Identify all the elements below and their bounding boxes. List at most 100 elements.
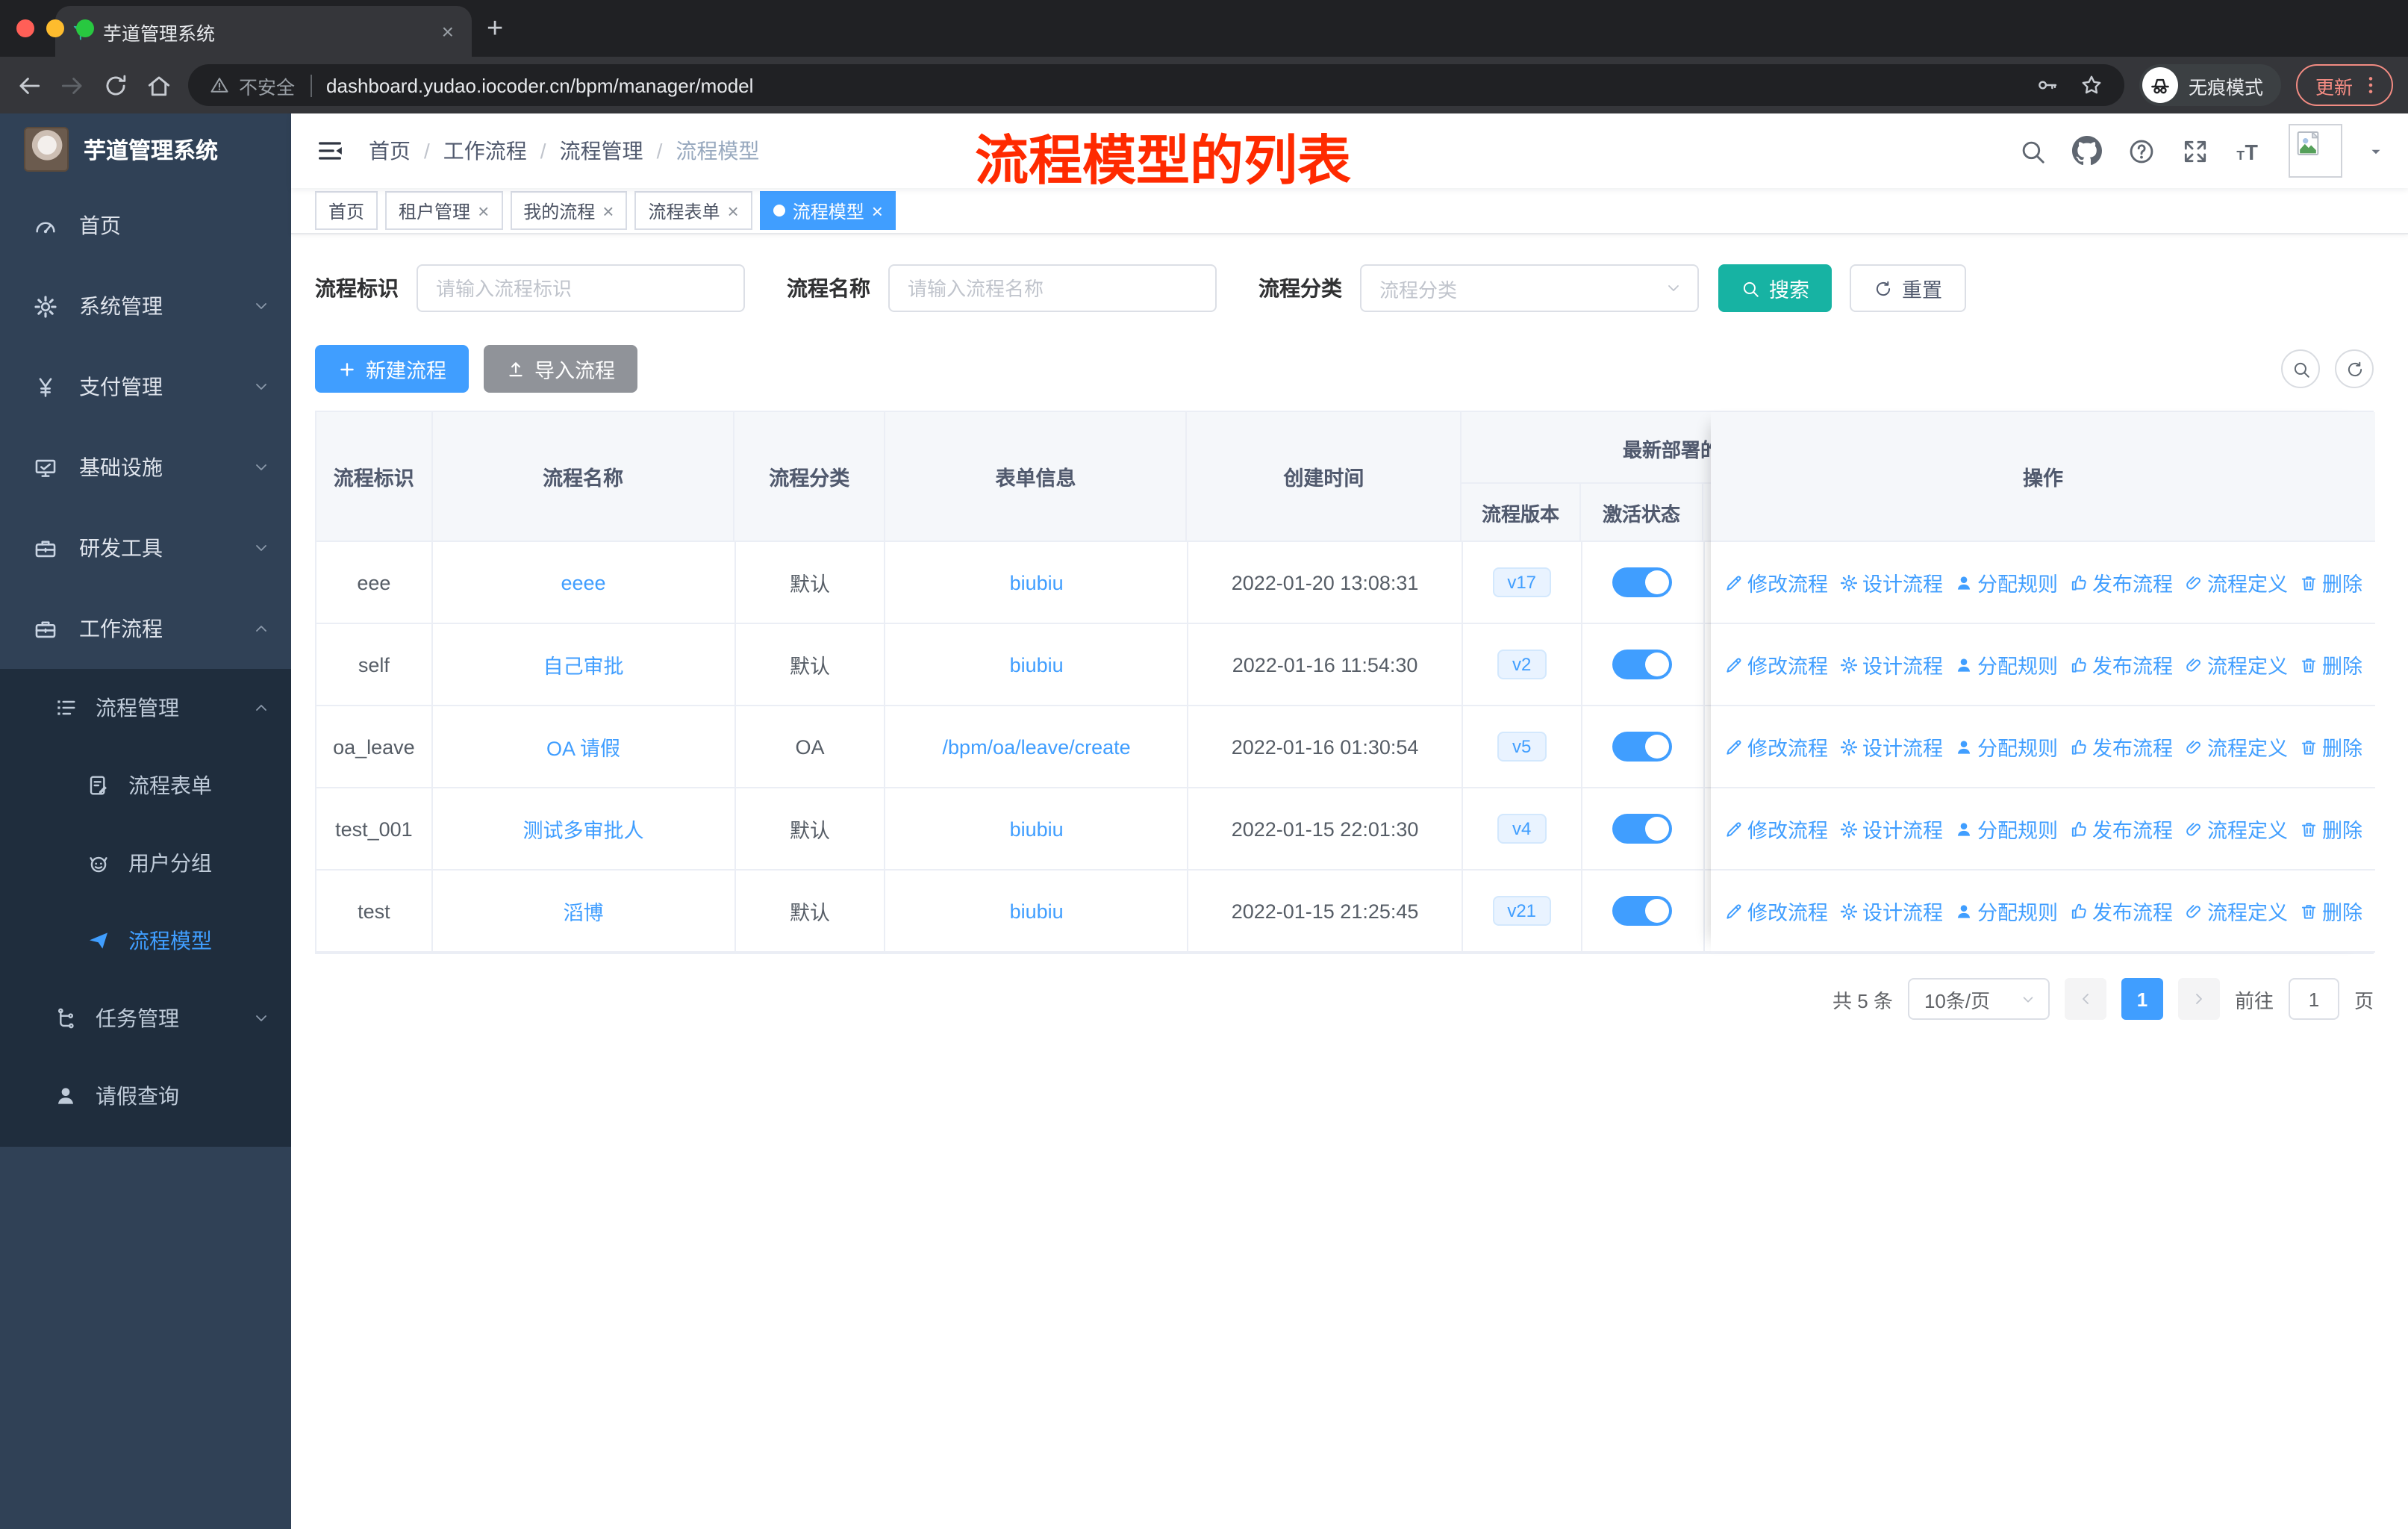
active-toggle[interactable] [1612,650,1673,679]
not-secure-label[interactable]: 不安全 [239,71,295,99]
sidebar-item-system[interactable]: 系统管理 [0,266,291,346]
active-toggle[interactable] [1612,814,1673,844]
process-name-link[interactable]: OA 请假 [546,732,620,762]
edit-process-link[interactable]: 修改流程 [1724,814,1828,844]
process-definition-link[interactable]: 流程定义 [2183,567,2288,597]
sidebar-item-infra[interactable]: 基础设施 [0,427,291,508]
sidebar-item-workflow[interactable]: 工作流程 [0,588,291,669]
process-name-link[interactable]: 自己审批 [543,650,623,679]
tag-my-process[interactable]: 我的流程 × [510,191,628,230]
refresh-table-button[interactable] [2335,349,2374,388]
tag-process-model[interactable]: 流程模型 × [759,191,896,230]
design-process-link[interactable]: 设计流程 [1838,814,1943,844]
close-icon[interactable]: × [602,199,614,222]
design-process-link[interactable]: 设计流程 [1838,650,1943,679]
process-name-link[interactable]: eeee [561,571,605,594]
filter-key-input[interactable] [417,264,745,312]
sidebar-item-user-group[interactable]: 用户分组 [0,824,291,902]
reload-icon[interactable] [102,71,130,99]
caret-down-icon[interactable] [2368,143,2384,159]
publish-process-link[interactable]: 发布流程 [2068,896,2173,926]
assign-rule-link[interactable]: 分配规则 [1953,896,2058,926]
help-icon[interactable] [2127,137,2156,165]
create-process-button[interactable]: 新建流程 [315,345,469,393]
delete-link[interactable]: 删除 [2298,814,2362,844]
process-definition-link[interactable]: 流程定义 [2183,650,2288,679]
close-icon[interactable]: × [478,199,489,222]
window-zoom-button[interactable] [76,19,94,37]
sidebar-logo[interactable]: 芋道管理系统 [0,113,291,185]
back-icon[interactable] [15,71,43,99]
delete-link[interactable]: 删除 [2298,896,2362,926]
bookmark-star-icon[interactable] [2080,73,2103,97]
assign-rule-link[interactable]: 分配规则 [1953,650,2058,679]
form-link[interactable]: biubiu [1010,571,1064,594]
breadcrumb-item-workflow[interactable]: 工作流程 [443,136,527,166]
active-toggle[interactable] [1612,567,1673,597]
assign-rule-link[interactable]: 分配规则 [1953,732,2058,762]
sidebar-item-payment[interactable]: 支付管理 [0,346,291,427]
filter-category-select[interactable]: 流程分类 [1360,264,1699,312]
assign-rule-link[interactable]: 分配规则 [1953,814,2058,844]
process-definition-link[interactable]: 流程定义 [2183,896,2288,926]
process-definition-link[interactable]: 流程定义 [2183,814,2288,844]
password-key-icon[interactable] [2035,73,2059,97]
tab-close-icon[interactable]: × [439,19,457,43]
edit-process-link[interactable]: 修改流程 [1724,732,1828,762]
delete-link[interactable]: 删除 [2298,567,2362,597]
new-tab-button[interactable]: + [487,9,503,51]
publish-process-link[interactable]: 发布流程 [2068,567,2173,597]
sidebar-collapse-icon[interactable] [315,136,345,166]
sidebar-item-home[interactable]: 首页 [0,185,291,266]
breadcrumb-item-process-manage[interactable]: 流程管理 [560,136,643,166]
update-label[interactable]: 更新 [2315,71,2353,99]
font-size-icon[interactable] [2235,137,2263,165]
page-number-button[interactable]: 1 [2121,978,2163,1020]
address-bar[interactable]: 不安全 dashboard.yudao.iocoder.cn/bpm/manag… [188,64,2124,106]
delete-link[interactable]: 删除 [2298,732,2362,762]
search-button[interactable]: 搜索 [1718,264,1832,312]
browser-tab[interactable]: 芋道管理系统 × [55,6,472,57]
form-link[interactable]: biubiu [1010,900,1064,922]
sidebar-item-process-model[interactable]: 流程模型 [0,902,291,980]
prev-page-button[interactable] [2064,978,2106,1020]
breadcrumb-item-home[interactable]: 首页 [369,136,411,166]
import-process-button[interactable]: 导入流程 [484,345,637,393]
browser-update-button[interactable]: 更新 [2295,64,2393,106]
edit-process-link[interactable]: 修改流程 [1724,650,1828,679]
sidebar-item-process-form[interactable]: 流程表单 [0,747,291,824]
avatar[interactable] [2289,124,2342,178]
tag-tenant[interactable]: 租户管理 × [385,191,503,230]
design-process-link[interactable]: 设计流程 [1838,732,1943,762]
browser-menu-icon[interactable] [2359,73,2383,97]
tag-home[interactable]: 首页 [315,191,378,230]
process-definition-link[interactable]: 流程定义 [2183,732,2288,762]
reset-button[interactable]: 重置 [1850,264,1966,312]
sidebar-item-devtools[interactable]: 研发工具 [0,508,291,588]
edit-process-link[interactable]: 修改流程 [1724,896,1828,926]
home-icon[interactable] [145,71,173,99]
form-link[interactable]: /bpm/oa/leave/create [943,735,1131,758]
design-process-link[interactable]: 设计流程 [1838,896,1943,926]
forward-icon[interactable] [58,71,87,99]
assign-rule-link[interactable]: 分配规则 [1953,567,2058,597]
active-toggle[interactable] [1612,896,1673,926]
close-icon[interactable]: × [872,199,883,222]
publish-process-link[interactable]: 发布流程 [2068,814,2173,844]
edit-process-link[interactable]: 修改流程 [1724,567,1828,597]
page-size-select[interactable]: 10条/页 [1907,978,2050,1020]
process-name-link[interactable]: 测试多审批人 [523,814,643,844]
search-icon[interactable] [2018,137,2047,165]
window-close-button[interactable] [16,19,34,37]
window-minimize-button[interactable] [46,19,64,37]
goto-page-input[interactable] [2288,978,2339,1020]
publish-process-link[interactable]: 发布流程 [2068,732,2173,762]
fullscreen-icon[interactable] [2181,137,2209,165]
tag-process-form[interactable]: 流程表单 × [634,191,752,230]
sidebar-item-process-manage[interactable]: 流程管理 [0,669,291,747]
sidebar-item-leave-query[interactable]: 请假查询 [0,1057,291,1135]
github-icon[interactable] [2072,136,2102,166]
publish-process-link[interactable]: 发布流程 [2068,650,2173,679]
delete-link[interactable]: 删除 [2298,650,2362,679]
close-icon[interactable]: × [728,199,739,222]
